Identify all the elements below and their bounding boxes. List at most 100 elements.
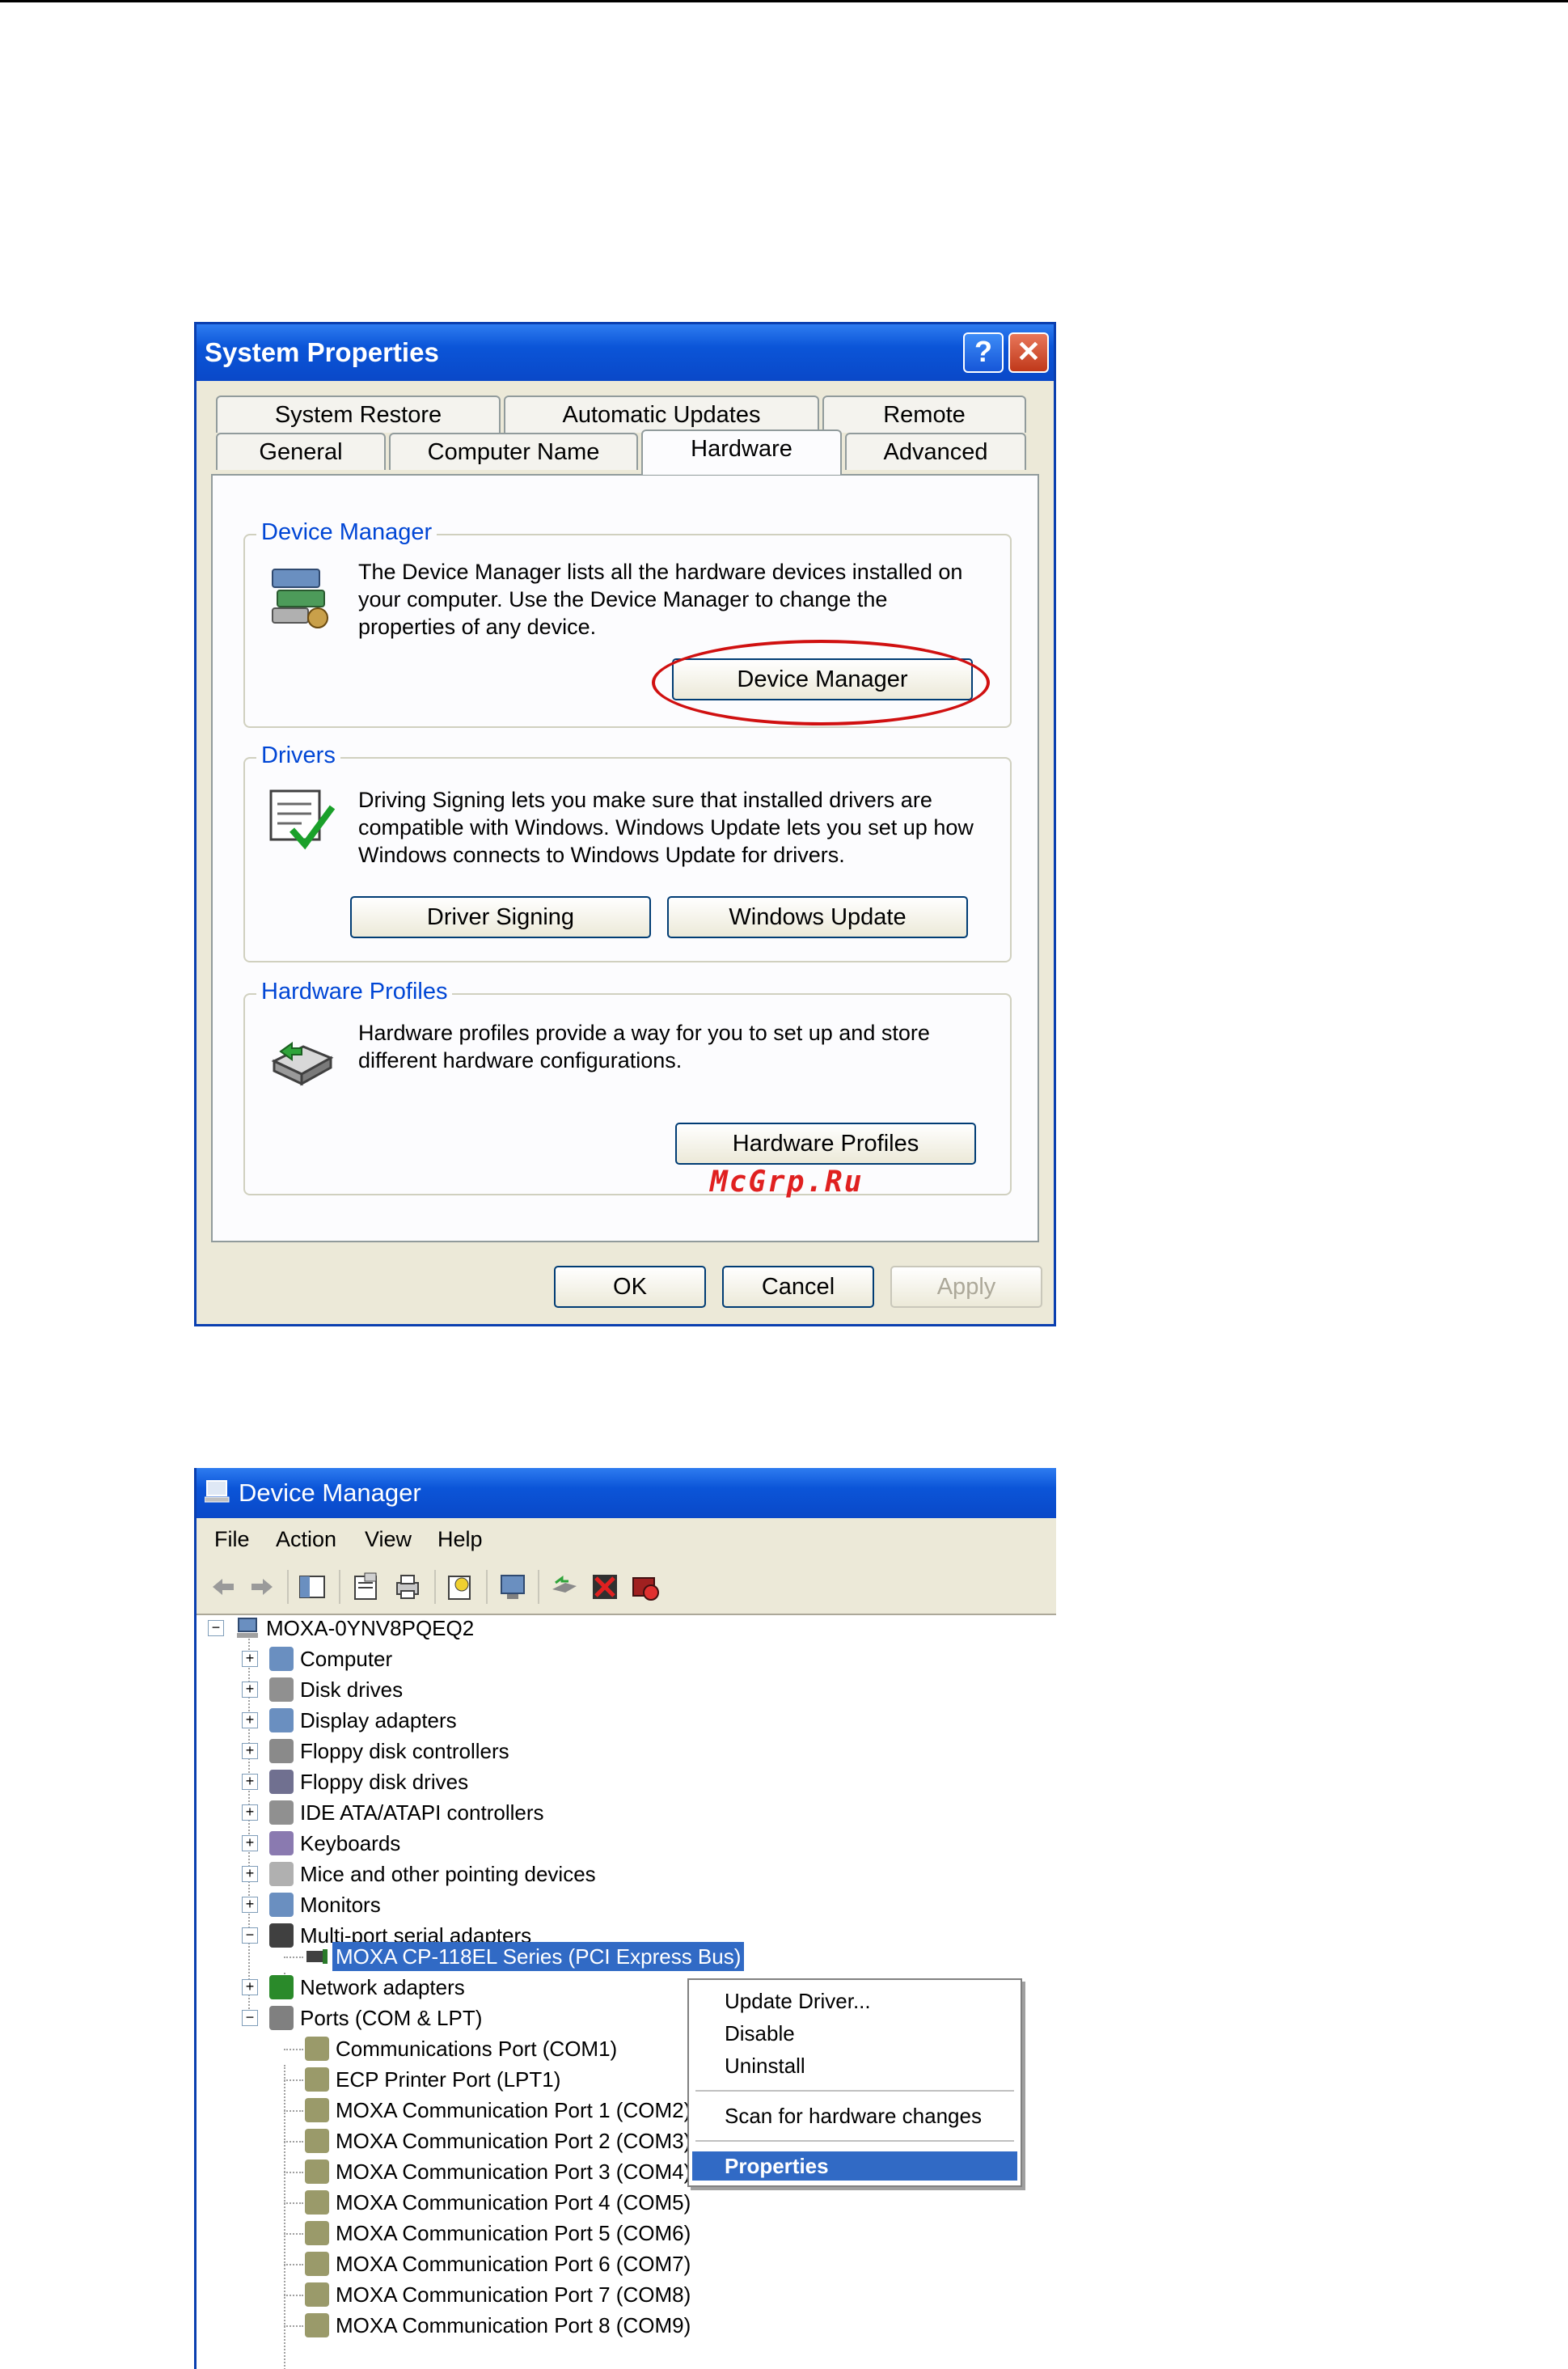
context-properties[interactable]: Properties — [692, 2151, 1017, 2181]
tab-remote[interactable]: Remote — [822, 396, 1026, 433]
category-label: Computer — [300, 1647, 393, 1671]
hardware-tab-panel: Device Manager The Device Manager lists … — [211, 474, 1039, 1242]
device-category-icon — [269, 1708, 294, 1732]
apply-button[interactable]: Apply — [890, 1266, 1042, 1308]
context-scan-hardware[interactable]: Scan for hardware changes — [692, 2101, 1017, 2130]
menu-action[interactable]: Action — [276, 1518, 336, 1560]
port-icon — [305, 2190, 329, 2215]
port-icon — [305, 2098, 329, 2122]
highlight-annotation-ellipse — [652, 640, 990, 726]
port-label: MOXA Communication Port 6 (COM7) — [336, 2252, 691, 2276]
context-disable[interactable]: Disable — [692, 2019, 1017, 2048]
expand-icon[interactable]: + — [242, 1866, 258, 1882]
expand-icon[interactable]: + — [242, 1897, 258, 1913]
help-button[interactable]: ? — [963, 332, 1004, 373]
expand-icon[interactable]: + — [242, 1712, 258, 1728]
ok-button[interactable]: OK — [554, 1266, 706, 1308]
uninstall-icon[interactable] — [590, 1572, 620, 1602]
device-manager-titlebar[interactable]: Device Manager — [197, 1468, 1056, 1518]
tree-guide-line — [284, 2079, 303, 2081]
tree-guide-line — [284, 2172, 303, 2173]
category-label: Network adapters — [300, 1975, 465, 1999]
tree-guide-line — [284, 2141, 303, 2143]
port-label: Communications Port (COM1) — [336, 2037, 618, 2061]
tab-general[interactable]: General — [216, 433, 386, 470]
menu-view[interactable]: View — [365, 1518, 412, 1560]
tab-automatic-updates[interactable]: Automatic Updates — [504, 396, 819, 433]
category-label: Display adapters — [300, 1708, 457, 1732]
port-icon — [305, 2313, 329, 2337]
windows-update-button[interactable]: Windows Update — [667, 896, 968, 938]
tree-guide-line — [284, 1957, 303, 1958]
category-label: Disk drives — [300, 1677, 404, 1702]
menu-file[interactable]: File — [214, 1518, 250, 1560]
port-label: MOXA Communication Port 3 (COM4) — [336, 2160, 691, 2184]
drivers-group: Drivers Driving Signing lets you make su… — [243, 742, 1012, 962]
forward-arrow-icon[interactable] — [247, 1572, 277, 1602]
toolbar-separator — [339, 1570, 340, 1604]
device-category-icon — [269, 1739, 294, 1763]
serial-adapter-icon — [306, 1949, 328, 1964]
hardware-profiles-description: Hardware profiles provide a way for you … — [358, 1021, 930, 1072]
dialog-titlebar[interactable]: System Properties ? ✕ — [197, 324, 1054, 381]
update-driver-icon[interactable] — [549, 1572, 580, 1602]
hardware-profiles-button[interactable]: Hardware Profiles — [675, 1123, 976, 1165]
tab-system-restore[interactable]: System Restore — [216, 396, 501, 433]
device-category-icon — [269, 1677, 294, 1702]
toolbar — [197, 1560, 1056, 1615]
device-category-icon — [269, 1831, 294, 1855]
tab-advanced[interactable]: Advanced — [845, 433, 1026, 470]
collapse-icon[interactable]: − — [242, 1927, 258, 1944]
port-icon — [305, 2067, 329, 2092]
device-category-icon — [269, 2006, 294, 2030]
collapse-icon[interactable]: − — [242, 2010, 258, 2026]
cancel-button[interactable]: Cancel — [722, 1266, 874, 1308]
tree-guide-line — [284, 2264, 303, 2265]
expand-icon[interactable]: + — [242, 1774, 258, 1790]
device-category-icon — [269, 1800, 294, 1825]
menu-help[interactable]: Help — [437, 1518, 483, 1560]
context-update-driver[interactable]: Update Driver... — [692, 1986, 1017, 2016]
expand-icon[interactable]: + — [242, 1979, 258, 1995]
context-uninstall[interactable]: Uninstall — [692, 2051, 1017, 2080]
category-label: Monitors — [300, 1893, 381, 1917]
expand-icon[interactable]: + — [242, 1804, 258, 1821]
system-properties-dialog: System Properties ? ✕ System Restore Aut… — [194, 322, 1056, 1326]
tree-guide-line — [284, 2325, 303, 2327]
computer-icon — [237, 1618, 258, 1638]
port-label: MOXA Communication Port 8 (COM9) — [336, 2313, 691, 2337]
driver-signing-button[interactable]: Driver Signing — [350, 896, 651, 938]
hardware-profiles-icon — [271, 1042, 334, 1086]
scan-hardware-icon[interactable] — [497, 1572, 528, 1602]
port-icon — [305, 2037, 329, 2061]
expand-icon[interactable]: + — [242, 1682, 258, 1698]
tab-computer-name[interactable]: Computer Name — [389, 433, 638, 470]
disable-icon[interactable] — [630, 1572, 661, 1602]
tab-hardware[interactable]: Hardware — [641, 429, 842, 475]
properties-icon[interactable] — [350, 1572, 381, 1602]
dialog-title: System Properties — [205, 337, 439, 367]
port-icon — [305, 2160, 329, 2184]
show-hide-tree-icon[interactable] — [297, 1572, 328, 1602]
port-label: MOXA Communication Port 7 (COM8) — [336, 2282, 691, 2307]
device-category-icon — [269, 1893, 294, 1917]
port-label: MOXA Communication Port 4 (COM5) — [336, 2190, 691, 2215]
port-icon — [305, 2282, 329, 2307]
back-arrow-icon[interactable] — [208, 1572, 239, 1602]
tree-guide-line — [284, 2233, 303, 2235]
print-icon[interactable] — [392, 1572, 423, 1602]
collapse-icon[interactable]: − — [208, 1620, 224, 1636]
device-manager-icon — [272, 569, 328, 628]
toolbar-separator — [434, 1570, 436, 1604]
expand-icon[interactable]: + — [242, 1835, 258, 1851]
expand-icon[interactable]: + — [242, 1743, 258, 1759]
toolbar-separator — [486, 1570, 488, 1604]
device-category-icon — [269, 1862, 294, 1886]
category-label: Floppy disk controllers — [300, 1739, 509, 1763]
device-category-icon — [269, 1975, 294, 1999]
close-button[interactable]: ✕ — [1008, 332, 1049, 373]
expand-icon[interactable]: + — [242, 1651, 258, 1667]
help-icon[interactable] — [444, 1572, 475, 1602]
category-label: Ports (COM & LPT) — [300, 2006, 483, 2030]
tree-guide-line — [284, 2295, 303, 2296]
